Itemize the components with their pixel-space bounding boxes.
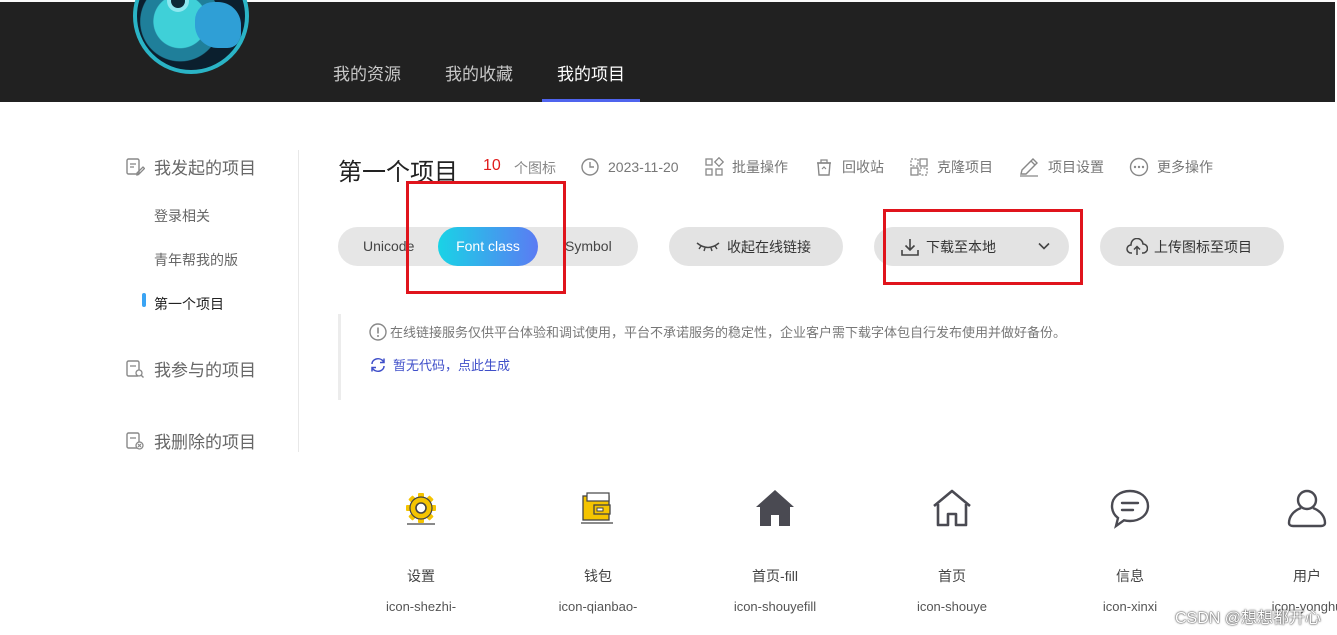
home-fill-icon — [715, 484, 835, 532]
recycle-icon — [814, 157, 834, 177]
delete-doc-icon — [124, 430, 146, 452]
date-text: 2023-11-20 — [608, 159, 679, 175]
more-icon — [1129, 157, 1149, 177]
icon-name: 首页-fill — [752, 568, 798, 584]
wallet-icon — [538, 484, 658, 532]
project-settings-action[interactable]: 项目设置 — [1018, 157, 1104, 177]
icon-card-home-fill[interactable]: 首页-fill icon-shouyefill — [715, 484, 835, 614]
icon-name: 设置 — [407, 568, 435, 584]
upload-label: 上传图标至项目 — [1154, 238, 1252, 255]
search-doc-icon — [124, 358, 146, 380]
main-nav: 我的资源 我的收藏 我的项目 — [318, 48, 654, 102]
generate-code-link[interactable]: 暂无代码，点此生成 — [369, 355, 510, 374]
sidebar-project-item-active[interactable]: 第一个项目 — [154, 294, 224, 314]
clone-icon — [909, 157, 929, 177]
icon-count: 10 — [483, 157, 501, 174]
generate-code-label: 暂无代码，点此生成 — [393, 358, 511, 373]
sidebar-group-initiated[interactable]: 我发起的项目 — [124, 154, 256, 179]
active-indicator — [142, 293, 146, 307]
more-actions[interactable]: 更多操作 — [1129, 157, 1213, 177]
sidebar-project-item[interactable]: 登录相关 — [154, 206, 210, 226]
icon-count-label: 个图标 — [514, 160, 556, 176]
info-icon — [369, 322, 387, 341]
avatar-figure — [195, 2, 241, 48]
online-link-notice: 在线链接服务仅供平台体验和调试使用，平台不承诺服务的稳定性，企业客户需下载字体包… — [338, 314, 1238, 400]
icon-name: 首页 — [938, 568, 966, 584]
icon-class-name: icon-shouyefill — [733, 599, 817, 614]
edit-doc-icon — [124, 156, 146, 178]
top-header: 我的资源 我的收藏 我的项目 — [0, 0, 1337, 104]
notice-line: 在线链接服务仅供平台体验和调试使用，平台不承诺服务的稳定性，企业客户需下载字体包… — [369, 322, 1066, 341]
csdn-watermark: CSDN @想想都开心 — [1174, 610, 1321, 627]
icon-class-name: icon-xinxi — [1102, 599, 1158, 614]
notice-text: 在线链接服务仅供平台体验和调试使用，平台不承诺服务的稳定性，企业客户需下载字体包… — [390, 325, 1067, 340]
mode-symbol[interactable]: Symbol — [565, 227, 612, 266]
batch-action[interactable]: 批量操作 — [704, 157, 788, 177]
home-icon — [892, 484, 1012, 532]
gear-icon — [361, 484, 481, 532]
nav-tab-my-favorites[interactable]: 我的收藏 — [430, 48, 528, 102]
highlight-box-font-class — [406, 181, 566, 294]
sidebar-group-participated[interactable]: 我参与的项目 — [124, 356, 256, 381]
refresh-icon — [369, 357, 387, 373]
nav-tab-my-resources[interactable]: 我的资源 — [318, 48, 416, 102]
sidebar-group-label: 我发起的项目 — [154, 159, 256, 178]
sidebar-group-label: 我删除的项目 — [154, 433, 256, 452]
sidebar-group-deleted[interactable]: 我删除的项目 — [124, 428, 256, 453]
icon-name: 用户 — [1293, 568, 1321, 584]
closed-eye-icon — [695, 240, 721, 254]
settings-label: 项目设置 — [1048, 159, 1104, 175]
project-date: 2023-11-20 — [580, 157, 679, 177]
batch-label: 批量操作 — [732, 159, 788, 175]
batch-icon — [704, 157, 724, 177]
clock-icon — [580, 157, 600, 177]
project-sidebar: 我发起的项目 登录相关 青年帮我的版 第一个项目 我参与的项目 我删除的项目 — [124, 150, 299, 452]
icon-card-settings[interactable]: 设置 icon-shezhi- — [361, 484, 481, 614]
icon-card-home[interactable]: 首页 icon-shouye — [892, 484, 1012, 614]
message-icon — [1070, 484, 1190, 532]
sidebar-group-label: 我参与的项目 — [154, 361, 256, 380]
pencil-icon — [1018, 157, 1040, 177]
upload-icons-button[interactable]: 上传图标至项目 — [1100, 227, 1284, 266]
icon-name: 信息 — [1116, 568, 1144, 584]
icon-class-name: icon-qianbao- — [558, 599, 638, 614]
recycle-bin-action[interactable]: 回收站 — [814, 157, 884, 177]
nav-tab-my-projects[interactable]: 我的项目 — [542, 48, 640, 102]
icon-card-wallet[interactable]: 钱包 icon-qianbao- — [538, 484, 658, 614]
collapse-link-label: 收起在线链接 — [727, 238, 811, 255]
more-label: 更多操作 — [1157, 159, 1213, 175]
icon-card-user[interactable]: 用户 icon-yonghu — [1247, 484, 1337, 614]
icon-class-name: icon-shezhi- — [385, 599, 457, 614]
clone-project-action[interactable]: 克隆项目 — [909, 157, 993, 177]
icon-class-name: icon-shouye — [916, 599, 988, 614]
highlight-box-download — [883, 209, 1083, 285]
icon-name: 钱包 — [584, 568, 612, 584]
sidebar-project-item[interactable]: 青年帮我的版 — [154, 250, 238, 270]
clone-label: 克隆项目 — [937, 159, 993, 175]
collapse-online-link-button[interactable]: 收起在线链接 — [669, 227, 843, 266]
user-icon — [1247, 484, 1337, 532]
cloud-upload-icon — [1126, 237, 1148, 256]
icon-card-message[interactable]: 信息 icon-xinxi — [1070, 484, 1190, 614]
recycle-label: 回收站 — [842, 159, 884, 175]
avatar-eye — [167, 0, 189, 12]
user-avatar[interactable] — [133, 0, 249, 74]
